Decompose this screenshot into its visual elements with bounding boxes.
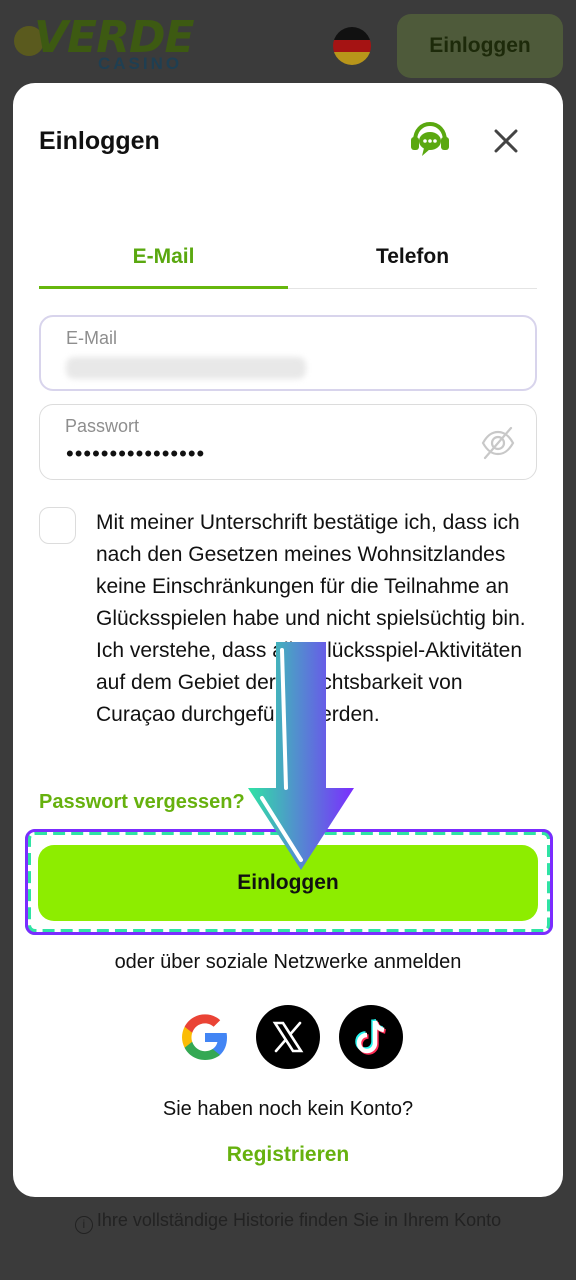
info-icon: i <box>74 1216 93 1234</box>
email-value-blurred <box>66 357 306 379</box>
terms-checkbox[interactable] <box>39 507 76 544</box>
arrow-down-icon <box>248 642 354 870</box>
casino-logo[interactable]: VERDE CASINO <box>14 12 195 74</box>
german-flag-icon[interactable] <box>333 27 371 65</box>
forgot-password-link[interactable]: Passwort vergessen? <box>39 791 245 814</box>
password-field[interactable]: Passwort •••••••••••••••• <box>39 404 537 480</box>
support-headset-icon[interactable] <box>409 121 451 161</box>
social-login-text: oder über soziale Netzwerke anmelden <box>114 951 462 973</box>
no-account-text: Sie haben noch kein Konto? <box>162 1098 414 1120</box>
google-icon[interactable] <box>173 1005 237 1069</box>
page-header: VERDE CASINO Einloggen <box>0 0 576 90</box>
close-icon[interactable] <box>490 125 522 157</box>
logo-sub-text: CASINO <box>98 54 183 73</box>
email-field-label: E-Mail <box>66 328 118 348</box>
eye-off-icon[interactable] <box>480 425 516 461</box>
tab-phone[interactable]: Telefon <box>288 241 537 289</box>
header-login-button[interactable]: Einloggen <box>397 14 563 78</box>
tab-email[interactable]: E-Mail <box>39 241 288 289</box>
login-modal: Einloggen E-Mail Telefon E-Mail Passwort… <box>13 83 563 1197</box>
modal-title: Einloggen <box>39 127 160 155</box>
tiktok-icon[interactable] <box>339 1005 403 1069</box>
register-link[interactable]: Registrieren <box>13 1143 563 1167</box>
x-icon[interactable] <box>256 1005 320 1069</box>
history-note-text: Ihre vollständige Historie finden Sie in… <box>96 1210 502 1230</box>
password-field-label: Passwort <box>65 416 140 436</box>
history-note: i Ihre vollständige Historie finden Sie i… <box>0 1210 576 1234</box>
login-method-tabs: E-Mail Telefon <box>39 241 537 289</box>
email-field[interactable]: E-Mail <box>39 315 537 391</box>
password-value: •••••••••••••••• <box>66 441 206 466</box>
